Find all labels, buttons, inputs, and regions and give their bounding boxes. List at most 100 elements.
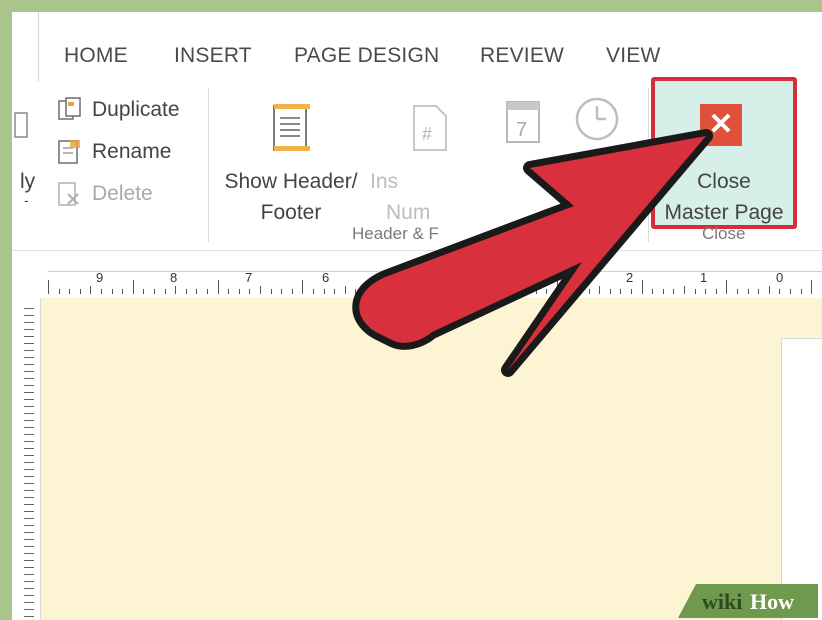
- ruler-tick: [450, 289, 452, 294]
- ruler-tick: [24, 455, 34, 456]
- ruler-tick: [588, 289, 590, 294]
- ruler-tick: [631, 289, 632, 294]
- ruler-tick: [24, 553, 34, 554]
- ruler-tick: [535, 289, 537, 294]
- tab-page-design[interactable]: PAGE DESIGN: [294, 44, 439, 68]
- watermark-wiki: wiki: [702, 589, 742, 614]
- ruler-tick: [24, 406, 34, 407]
- ruler-tick: [24, 567, 34, 568]
- publisher-window: HOME INSERT PAGE DESIGN REVIEW VIEW ly -…: [12, 12, 822, 620]
- tab-review[interactable]: REVIEW: [480, 44, 564, 68]
- ruler-track: 9 8 7 6 2 1 0: [48, 270, 822, 294]
- ruler-tick: [24, 532, 34, 533]
- ruler-tick: [482, 289, 484, 294]
- cutoff-command-label[interactable]: ly: [20, 170, 35, 194]
- ruler-tick: [24, 378, 34, 379]
- ruler-tick: [726, 280, 728, 294]
- ruler-tick: [24, 560, 34, 561]
- ruler-tick: [652, 289, 654, 294]
- clock-icon[interactable]: [574, 96, 620, 147]
- ruler-tick: [419, 289, 420, 294]
- ruler-tick: [24, 490, 34, 491]
- ruler-tick: [440, 289, 442, 294]
- ribbon-tab-bar: HOME INSERT PAGE DESIGN REVIEW VIEW: [12, 12, 822, 82]
- page-icon: [14, 112, 28, 143]
- ruler-tick: [599, 286, 601, 294]
- ruler-tick: [493, 289, 495, 294]
- ruler-tick: [747, 289, 749, 294]
- calendar-icon[interactable]: 7: [504, 96, 544, 151]
- ribbon: ly - Duplicate Rename Delete Show Header…: [12, 77, 822, 250]
- ruler-tick: [196, 289, 198, 294]
- ruler-tick: [238, 289, 240, 294]
- ruler-tick: [24, 588, 34, 589]
- ruler-tick: [715, 289, 717, 294]
- ruler-tick: [620, 289, 622, 294]
- page-number-glyph: #: [422, 124, 432, 144]
- ruler-tick: [24, 434, 34, 435]
- ruler-tick: [24, 581, 34, 582]
- insert-page-number-line1: Ins: [370, 170, 399, 193]
- ruler-tick: [323, 289, 325, 294]
- ruler-number: 8: [170, 270, 178, 285]
- master-page-sheet[interactable]: [781, 338, 822, 620]
- ruler-tick: [705, 289, 707, 294]
- page-canvas[interactable]: [41, 298, 822, 620]
- ruler-tick: [800, 289, 802, 294]
- ruler-tick: [24, 511, 34, 512]
- group-separator: [208, 88, 209, 242]
- tab-view[interactable]: VIEW: [606, 44, 660, 68]
- ruler-number: 6: [322, 270, 330, 285]
- tab-home[interactable]: HOME: [64, 44, 128, 68]
- ruler-tick: [641, 280, 643, 294]
- group-separator: [648, 88, 649, 242]
- ruler-tick: [24, 476, 34, 477]
- ruler-tick: [24, 385, 34, 386]
- ruler-tick: [24, 504, 34, 505]
- header-footer-icon: [268, 102, 314, 159]
- ruler-number: 1: [700, 270, 708, 285]
- ruler-tick: [334, 289, 336, 294]
- vertical-ruler[interactable]: [12, 298, 41, 620]
- tab-insert[interactable]: INSERT: [174, 44, 252, 68]
- ruler-tick: [758, 289, 760, 294]
- ruler-tick: [578, 289, 579, 294]
- ruler-tick: [101, 289, 102, 294]
- wikihow-watermark: wiki How: [678, 584, 818, 618]
- ruler-tick: [302, 280, 304, 294]
- insert-page-number-label: Ins Num: [370, 166, 430, 228]
- page-number-icon: #: [410, 104, 450, 157]
- ruler-tick: [24, 441, 34, 442]
- show-header-footer-line2: Footer: [260, 201, 322, 224]
- ruler-tick: [24, 413, 34, 414]
- ruler-tick: [790, 289, 791, 294]
- ruler-tick: [24, 322, 34, 323]
- ruler-tick: [122, 289, 124, 294]
- delete-icon: [56, 180, 84, 213]
- ruler-tick: [24, 616, 34, 617]
- ruler-tick: [164, 289, 166, 294]
- delete-label: Delete: [92, 182, 153, 205]
- close-icon: ✕: [700, 104, 742, 146]
- horizontal-ruler[interactable]: 9 8 7 6 2 1 0: [12, 250, 822, 300]
- ruler-tick: [24, 357, 34, 358]
- ruler-number: 9: [96, 270, 104, 285]
- ruler-tick: [684, 286, 685, 294]
- ruler-tick: [24, 329, 34, 330]
- ruler-tick: [24, 371, 34, 372]
- ruler-tick: [24, 497, 34, 498]
- ruler-tick: [779, 289, 781, 294]
- file-tab-stub[interactable]: [12, 12, 39, 82]
- close-master-page-line1: Close: [697, 170, 751, 193]
- ruler-tick: [376, 289, 378, 294]
- ruler-tick: [24, 364, 34, 365]
- ruler-tick: [58, 289, 60, 294]
- ruler-tick: [69, 289, 71, 294]
- ruler-tick: [24, 525, 34, 526]
- ruler-tick: [24, 336, 34, 337]
- ruler-tick: [249, 289, 251, 294]
- calendar-digit: 7: [516, 119, 527, 141]
- ruler-tick: [24, 399, 34, 400]
- ruler-tick: [24, 343, 34, 344]
- ruler-tick: [525, 289, 526, 294]
